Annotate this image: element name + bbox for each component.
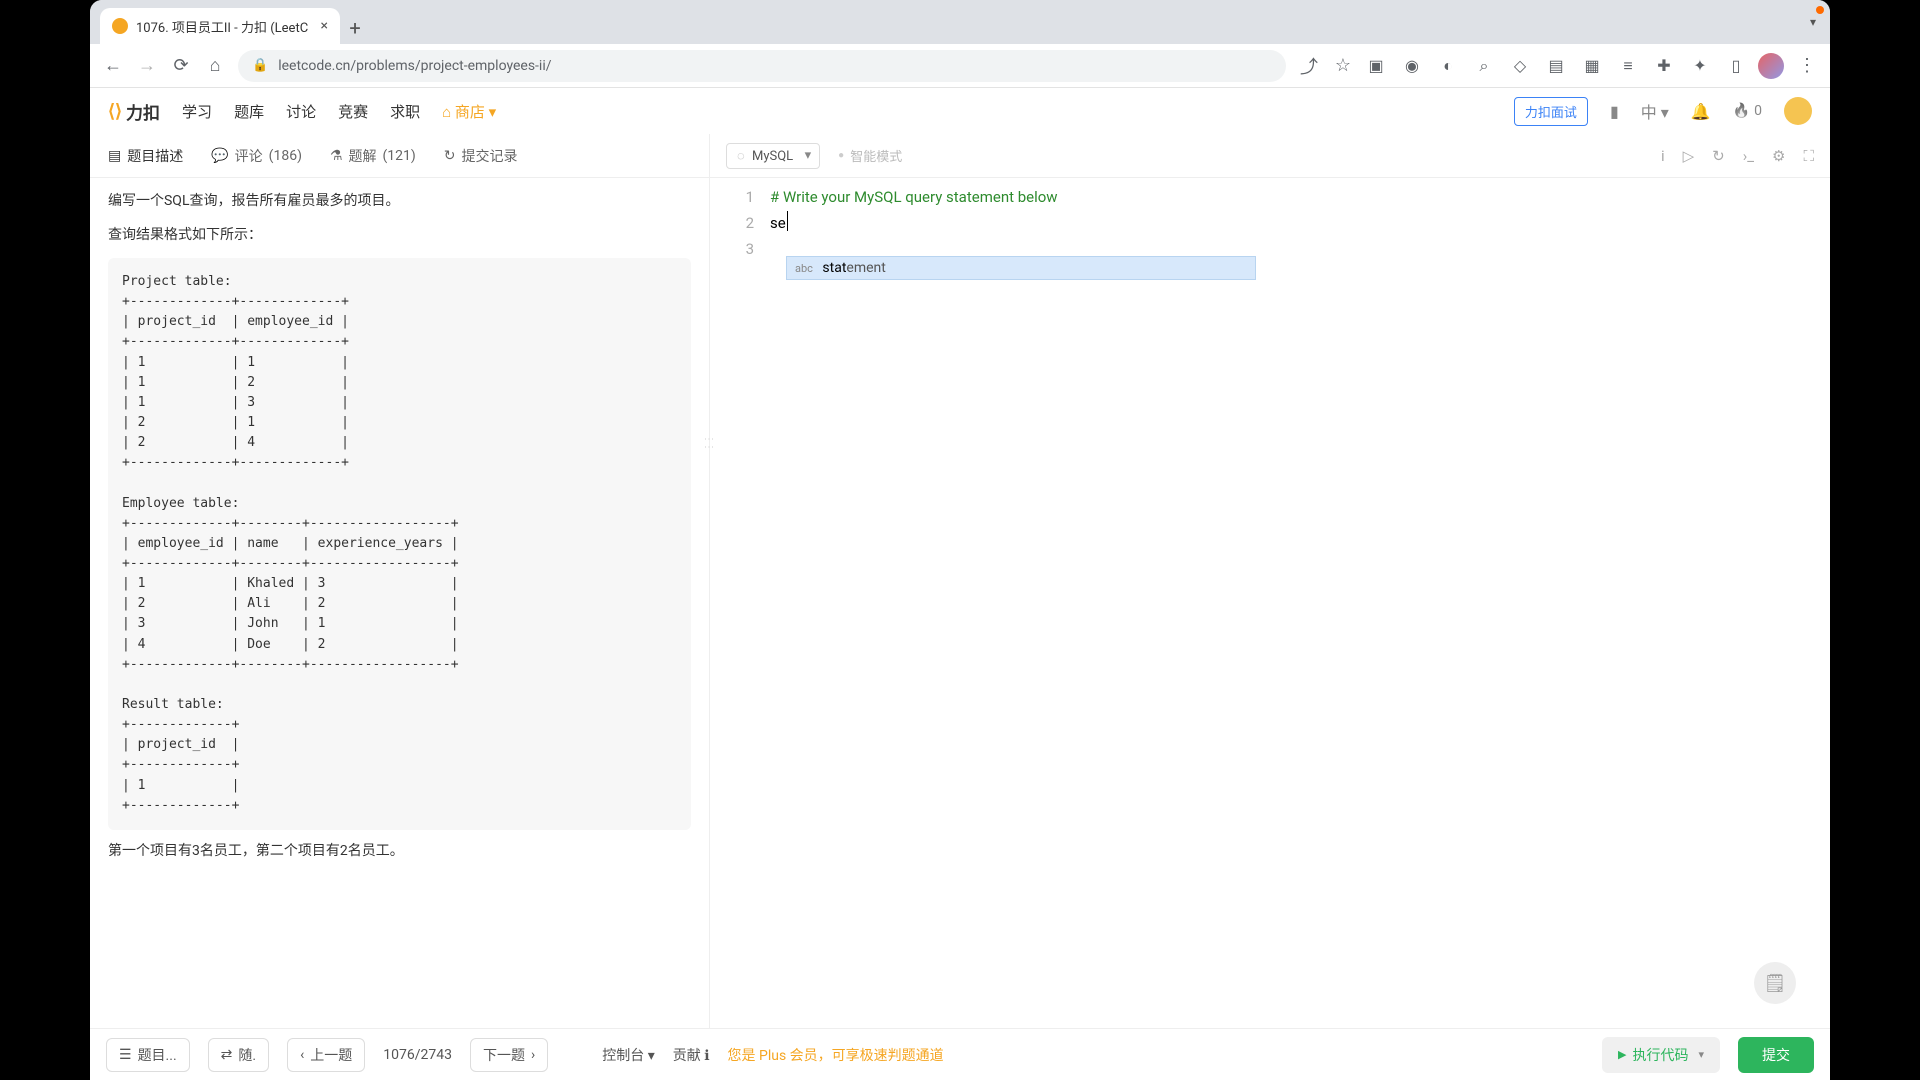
lock-icon: 🔒 bbox=[252, 58, 268, 73]
suggestion-match: stat bbox=[822, 260, 846, 276]
prev-button[interactable]: ‹ 上一题 bbox=[287, 1038, 365, 1072]
note-icon: 🗒 bbox=[1764, 973, 1787, 994]
example-tables: Project table: +-------------+----------… bbox=[108, 258, 691, 830]
extensions-menu-icon[interactable]: ✦ bbox=[1690, 56, 1710, 76]
extension-icon[interactable]: ✚ bbox=[1654, 56, 1674, 76]
user-avatar[interactable] bbox=[1784, 97, 1812, 125]
suggestion-kind: abc bbox=[795, 262, 813, 275]
console-toggle[interactable]: 控制台 ▾ bbox=[602, 1045, 655, 1065]
close-tab-icon[interactable]: × bbox=[321, 18, 328, 34]
editor-toolbar: ◌ MySQL 智能模式 i ▷ ↻ ›_ ⚙ ⛶ bbox=[710, 134, 1830, 178]
extension-icon[interactable]: ▣ bbox=[1366, 56, 1386, 76]
solutions-icon: ⚗ bbox=[330, 148, 343, 164]
random-button[interactable]: ⇄ 随. bbox=[208, 1038, 269, 1072]
nav-shop[interactable]: 商店 ▾ bbox=[442, 101, 496, 122]
tabs-dropdown-icon[interactable]: ▾ bbox=[1810, 15, 1816, 29]
nav-discuss[interactable]: 讨论 bbox=[286, 101, 316, 122]
site-logo[interactable]: ⟨⟩ 力扣 bbox=[108, 99, 160, 124]
list-icon: ☰ bbox=[119, 1047, 132, 1063]
history-icon: ↻ bbox=[444, 148, 456, 164]
info-icon[interactable]: i bbox=[1661, 147, 1665, 165]
run-code-button[interactable]: 执行代码 bbox=[1602, 1037, 1720, 1073]
code-line-3: se bbox=[770, 210, 1058, 236]
submit-button[interactable]: 提交 bbox=[1738, 1037, 1814, 1073]
fullscreen-icon[interactable]: ⛶ bbox=[1803, 147, 1814, 165]
notes-fab[interactable]: 🗒 bbox=[1754, 962, 1796, 1004]
chevron-left-icon: ‹ bbox=[300, 1047, 304, 1063]
extension-icon[interactable]: ◇ bbox=[1510, 56, 1530, 76]
forward-icon: → bbox=[136, 55, 158, 76]
language-selector[interactable]: ◌ MySQL bbox=[726, 143, 820, 169]
description-panel: 编写一个SQL查询，报告所有雇员最多的项目。 查询结果格式如下所示： Proje… bbox=[90, 178, 709, 1080]
bell-icon[interactable]: 🔔 bbox=[1691, 102, 1711, 121]
next-button[interactable]: 下一题 › bbox=[470, 1038, 548, 1072]
browser-tab[interactable]: 1076. 项目员工II - 力扣 (LeetC × bbox=[100, 8, 340, 44]
autocomplete-popup[interactable]: abc statement bbox=[786, 256, 1256, 280]
interview-button[interactable]: 力扣面试 bbox=[1514, 97, 1588, 126]
format-hint: 查询结果格式如下所示： bbox=[108, 224, 691, 244]
nav-contest[interactable]: 竞赛 bbox=[338, 101, 368, 122]
browser-menu-icon[interactable]: ⋮ bbox=[1796, 55, 1818, 76]
text-cursor bbox=[787, 211, 789, 231]
tab-description[interactable]: ▤ 题目描述 bbox=[108, 146, 183, 166]
profile-avatar[interactable] bbox=[1758, 53, 1784, 79]
comments-icon: 💬 bbox=[211, 148, 228, 164]
code-editor[interactable]: 123 # Write your MySQL query statement b… bbox=[710, 178, 1830, 1080]
share-icon[interactable]: ⤴ bbox=[1298, 53, 1320, 79]
reset-icon[interactable]: ↻ bbox=[1712, 147, 1725, 165]
code-line-1: # Write your MySQL query statement below bbox=[770, 184, 1058, 210]
bottom-bar: ☰ 题目... ⇄ 随. ‹ 上一题 1076/2743 下一题 › 控制台 ▾… bbox=[90, 1028, 1830, 1080]
problem-tabs: ▤ 题目描述 💬 评论 (186) ⚗ 题解 (121) ↻ 提交记录 bbox=[90, 134, 709, 178]
extension-icon[interactable]: ▦ bbox=[1582, 56, 1602, 76]
run-icon[interactable]: ▷ bbox=[1683, 147, 1695, 165]
extension-icon[interactable]: ◉ bbox=[1402, 56, 1422, 76]
problem-list-button[interactable]: ☰ 题目... bbox=[106, 1038, 190, 1072]
side-panel-icon[interactable]: ▯ bbox=[1726, 56, 1746, 76]
bookmark-icon[interactable]: ☆ bbox=[1332, 55, 1354, 76]
suggestion-rest: ement bbox=[846, 260, 885, 276]
logo-icon: ⟨⟩ bbox=[108, 101, 122, 122]
example-explanation: 第一个项目有3名员工，第二个项目有2名员工。 bbox=[108, 840, 691, 860]
shuffle-icon: ⇄ bbox=[221, 1047, 233, 1063]
site-header: ⟨⟩ 力扣 学习 题库 讨论 竞赛 求职 商店 ▾ 力扣面试 ▮ 中 ▾ 🔔 0 bbox=[90, 88, 1830, 134]
extension-icon[interactable]: ⌕ bbox=[1474, 56, 1494, 76]
tab-solutions[interactable]: ⚗ 题解 (121) bbox=[330, 146, 416, 166]
favicon-icon bbox=[112, 18, 128, 34]
extensions-tray: ▣ ◉ ◐ ⌕ ◇ ▤ ▦ ≡ ✚ ✦ ▯ bbox=[1366, 56, 1746, 76]
tab-submissions[interactable]: ↻ 提交记录 bbox=[444, 146, 518, 166]
contribute-link[interactable]: 贡献 ℹ bbox=[673, 1045, 710, 1065]
address-bar: ← → ⟳ ⌂ 🔒 leetcode.cn/problems/project-e… bbox=[90, 44, 1830, 88]
settings-icon[interactable]: ⚙ bbox=[1772, 147, 1785, 165]
home-icon[interactable]: ⌂ bbox=[204, 55, 226, 76]
reload-icon[interactable]: ⟳ bbox=[170, 55, 192, 76]
back-icon[interactable]: ← bbox=[102, 55, 124, 76]
tab-comments[interactable]: 💬 评论 (186) bbox=[211, 146, 302, 166]
nav-problems[interactable]: 题库 bbox=[234, 101, 264, 122]
description-icon: ▤ bbox=[108, 148, 121, 164]
browser-tabstrip: 1076. 项目员工II - 力扣 (LeetC × + ▾ bbox=[90, 0, 1830, 44]
language-switch[interactable]: 中 ▾ bbox=[1641, 99, 1669, 123]
database-icon: ◌ bbox=[737, 149, 745, 164]
smart-mode-toggle[interactable]: 智能模式 bbox=[838, 146, 902, 165]
plus-message: 您是 Plus 会员，可享极速判题通道 bbox=[728, 1045, 944, 1065]
extension-icon[interactable]: ≡ bbox=[1618, 56, 1638, 76]
problem-intro: 编写一个SQL查询，报告所有雇员最多的项目。 bbox=[108, 190, 691, 210]
terminal-icon[interactable]: ›_ bbox=[1743, 147, 1754, 165]
recording-indicator bbox=[1816, 6, 1824, 14]
url-bar[interactable]: 🔒 leetcode.cn/problems/project-employees… bbox=[238, 50, 1286, 82]
streak-counter[interactable]: 0 bbox=[1733, 103, 1762, 119]
extension-icon[interactable]: ◐ bbox=[1438, 56, 1458, 76]
url-text: leetcode.cn/problems/project-employees-i… bbox=[278, 58, 551, 74]
pane-splitter[interactable]: ⋮⋮ bbox=[703, 434, 714, 450]
tab-title: 1076. 项目员工II - 力扣 (LeetC bbox=[136, 17, 313, 36]
pager-text: 1076/2743 bbox=[383, 1047, 452, 1063]
new-tab-button[interactable]: + bbox=[340, 16, 370, 44]
line-gutter: 123 bbox=[710, 184, 766, 262]
mobile-icon[interactable]: ▮ bbox=[1610, 102, 1619, 121]
logo-text: 力扣 bbox=[126, 99, 160, 124]
nav-jobs[interactable]: 求职 bbox=[390, 101, 420, 122]
chevron-right-icon: › bbox=[531, 1047, 535, 1063]
nav-learn[interactable]: 学习 bbox=[182, 101, 212, 122]
extension-icon[interactable]: ▤ bbox=[1546, 56, 1566, 76]
